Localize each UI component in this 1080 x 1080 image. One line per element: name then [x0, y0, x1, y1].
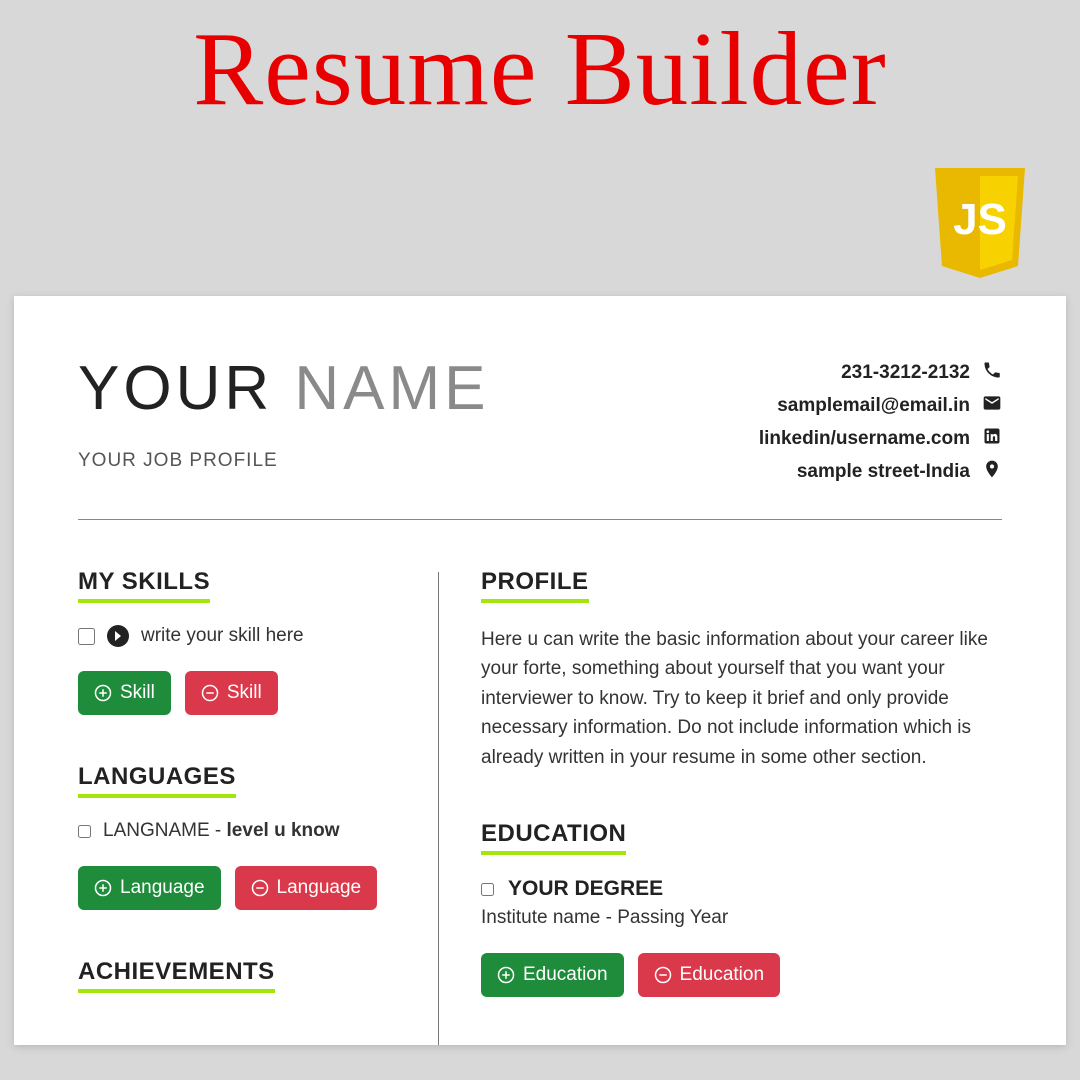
language-name: LANGNAME [103, 820, 210, 841]
right-column: PROFILE Here u can write the basic infor… [439, 568, 1002, 1045]
language-text[interactable]: LANGNAME - level u know [103, 820, 340, 842]
contact-phone-text: 231-3212-2132 [841, 362, 970, 384]
arrow-right-icon [107, 625, 129, 647]
achievements-section: ACHIEVEMENTS [78, 958, 408, 993]
add-education-label: Education [523, 964, 608, 986]
languages-section: LANGUAGES LANGNAME - level u know Langua… [78, 763, 408, 910]
phone-icon [982, 360, 1002, 386]
add-language-button[interactable]: Language [78, 866, 221, 910]
left-column: MY SKILLS write your skill here Skill [78, 568, 438, 1045]
first-name: YOUR [78, 354, 273, 423]
language-level: level u know [227, 820, 340, 841]
contact-email-text: samplemail@email.in [777, 395, 970, 417]
skills-title: MY SKILLS [78, 568, 210, 603]
contact-linkedin-text: linkedin/username.com [759, 428, 970, 450]
last-name: NAME [294, 354, 489, 423]
email-icon [982, 393, 1002, 419]
education-degree[interactable]: YOUR DEGREE [508, 877, 663, 901]
resume-header: YOUR NAME YOUR JOB PROFILE 231-3212-2132… [78, 358, 1002, 485]
education-item-row: YOUR DEGREE [481, 877, 1002, 901]
language-separator: - [210, 820, 227, 841]
job-profile[interactable]: YOUR JOB PROFILE [78, 450, 759, 472]
remove-education-label: Education [680, 964, 765, 986]
contact-linkedin-row[interactable]: linkedin/username.com [759, 426, 1002, 452]
language-checkbox[interactable] [78, 825, 91, 838]
education-subtext[interactable]: Institute name - Passing Year [481, 907, 1002, 929]
contact-phone-row[interactable]: 231-3212-2132 [841, 360, 1002, 386]
remove-language-button[interactable]: Language [235, 866, 378, 910]
profile-section: PROFILE Here u can write the basic infor… [481, 568, 1002, 772]
page-title: Resume Builder [0, 0, 1080, 129]
linkedin-icon [982, 426, 1002, 452]
remove-education-button[interactable]: Education [638, 953, 781, 997]
skill-placeholder-text[interactable]: write your skill here [141, 625, 304, 647]
languages-title: LANGUAGES [78, 763, 236, 798]
profile-title: PROFILE [481, 568, 589, 603]
header-divider [78, 519, 1002, 520]
resume-card: YOUR NAME YOUR JOB PROFILE 231-3212-2132… [14, 296, 1066, 1045]
add-language-label: Language [120, 877, 205, 899]
remove-skill-label: Skill [227, 682, 262, 704]
name-block: YOUR NAME YOUR JOB PROFILE [78, 358, 759, 472]
add-skill-label: Skill [120, 682, 155, 704]
education-checkbox[interactable] [481, 883, 494, 896]
contact-address-row[interactable]: sample street-India [797, 459, 1002, 485]
contact-address-text: sample street-India [797, 461, 970, 483]
remove-language-label: Language [277, 877, 362, 899]
achievements-title: ACHIEVEMENTS [78, 958, 275, 993]
add-education-button[interactable]: Education [481, 953, 624, 997]
js-badge-icon: JS [930, 168, 1030, 278]
svg-text:JS: JS [953, 195, 1007, 244]
remove-skill-button[interactable]: Skill [185, 671, 278, 715]
skill-checkbox[interactable] [78, 628, 95, 645]
profile-text[interactable]: Here u can write the basic information a… [481, 625, 1002, 772]
contact-email-row[interactable]: samplemail@email.in [777, 393, 1002, 419]
education-title: EDUCATION [481, 820, 626, 855]
resume-body: MY SKILLS write your skill here Skill [78, 568, 1002, 1045]
skill-item-row: write your skill here [78, 625, 408, 647]
add-skill-button[interactable]: Skill [78, 671, 171, 715]
contact-block: 231-3212-2132 samplemail@email.in linked… [759, 360, 1002, 485]
education-section: EDUCATION YOUR DEGREE Institute name - P… [481, 820, 1002, 997]
skills-section: MY SKILLS write your skill here Skill [78, 568, 408, 715]
location-icon [982, 459, 1002, 485]
language-item-row: LANGNAME - level u know [78, 820, 408, 842]
full-name[interactable]: YOUR NAME [78, 358, 759, 420]
